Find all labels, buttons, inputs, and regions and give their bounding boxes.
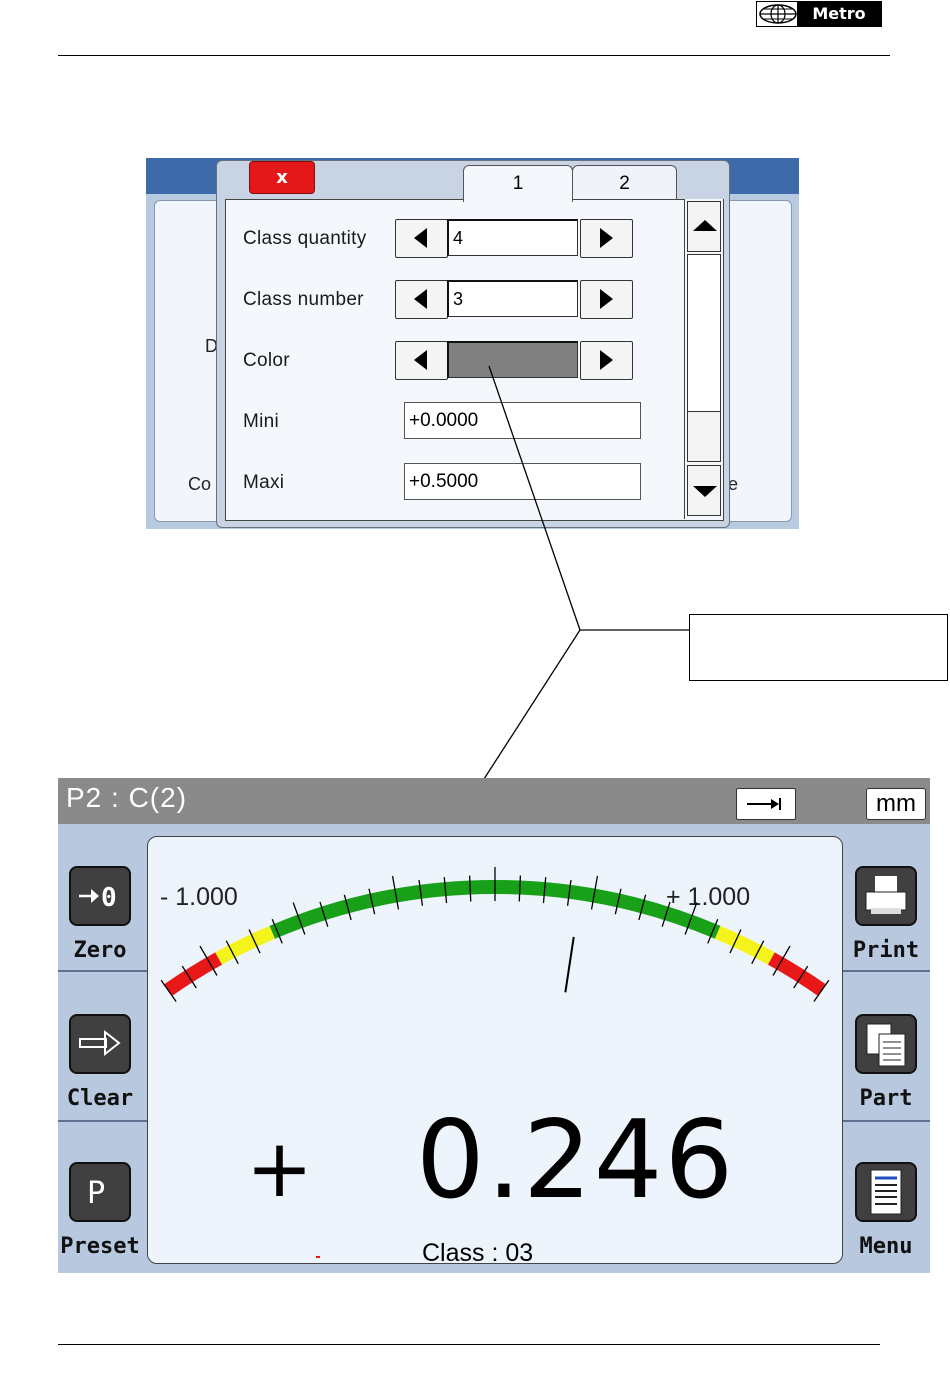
arc-red-right	[767, 952, 826, 996]
reading-sign: +	[246, 1122, 314, 1215]
clear-button[interactable]: Clear	[58, 1002, 142, 1150]
button-separator	[841, 970, 930, 972]
zero-button[interactable]: 0 Zero	[58, 854, 142, 1002]
scale-tick	[468, 875, 472, 902]
callout-line-to-color	[488, 365, 581, 631]
gauge-panel: - 1.000 + 1.000 + 0.246 Class : 03	[147, 836, 843, 1267]
scale-tick	[518, 875, 522, 902]
class-label: Class : 03	[422, 1239, 534, 1267]
zero-label: Zero	[73, 938, 127, 963]
analog-gauge: - 1.000 + 1.000	[160, 867, 830, 1002]
tab-1[interactable]: 1	[463, 165, 573, 202]
arc-yellow-right	[714, 925, 775, 965]
button-separator	[58, 1120, 147, 1122]
indicator-dot	[316, 1256, 320, 1258]
zero-icon: 0	[69, 866, 131, 926]
gauge-needle	[564, 936, 575, 993]
callout-box	[689, 614, 948, 681]
right-arrow-icon	[69, 1014, 131, 1074]
part-label: Part	[859, 1086, 913, 1111]
button-separator	[841, 1120, 930, 1122]
scale-max-label: + 1.000	[666, 883, 750, 911]
gauge-header	[58, 778, 930, 824]
button-separator	[58, 970, 147, 972]
gauge-title: P2 : C(2)	[66, 782, 188, 813]
svg-text:0: 0	[101, 883, 117, 913]
scale-min-label: - 1.000	[160, 883, 238, 911]
printer-icon	[855, 866, 917, 926]
right-arrow-to-bar-icon	[747, 798, 781, 810]
clear-label: Clear	[66, 1086, 134, 1111]
gauge-screenshot: P2 : C(2) mm 0 Zero Clear P Preset Print…	[58, 778, 930, 1273]
unit-button[interactable]: mm	[866, 788, 926, 820]
copy-pages-icon	[855, 1014, 917, 1074]
direction-button[interactable]	[736, 788, 796, 820]
print-label: Print	[852, 938, 920, 963]
arc-yellow-left	[215, 925, 276, 965]
menu-label: Menu	[859, 1234, 913, 1259]
preset-button[interactable]: P Preset	[58, 1150, 142, 1273]
arc-red-left	[164, 952, 223, 996]
svg-text:P: P	[87, 1176, 105, 1211]
reading-value: 0.246	[416, 1098, 736, 1223]
menu-button[interactable]: Menu	[844, 1150, 928, 1273]
callout-line-to-header	[474, 629, 581, 794]
print-button[interactable]: Print	[844, 854, 928, 1002]
footer-rule	[58, 1344, 880, 1345]
p-icon: P	[69, 1162, 131, 1222]
menu-list-icon	[855, 1162, 917, 1222]
preset-label: Preset	[60, 1234, 140, 1259]
part-button[interactable]: Part	[844, 1002, 928, 1150]
